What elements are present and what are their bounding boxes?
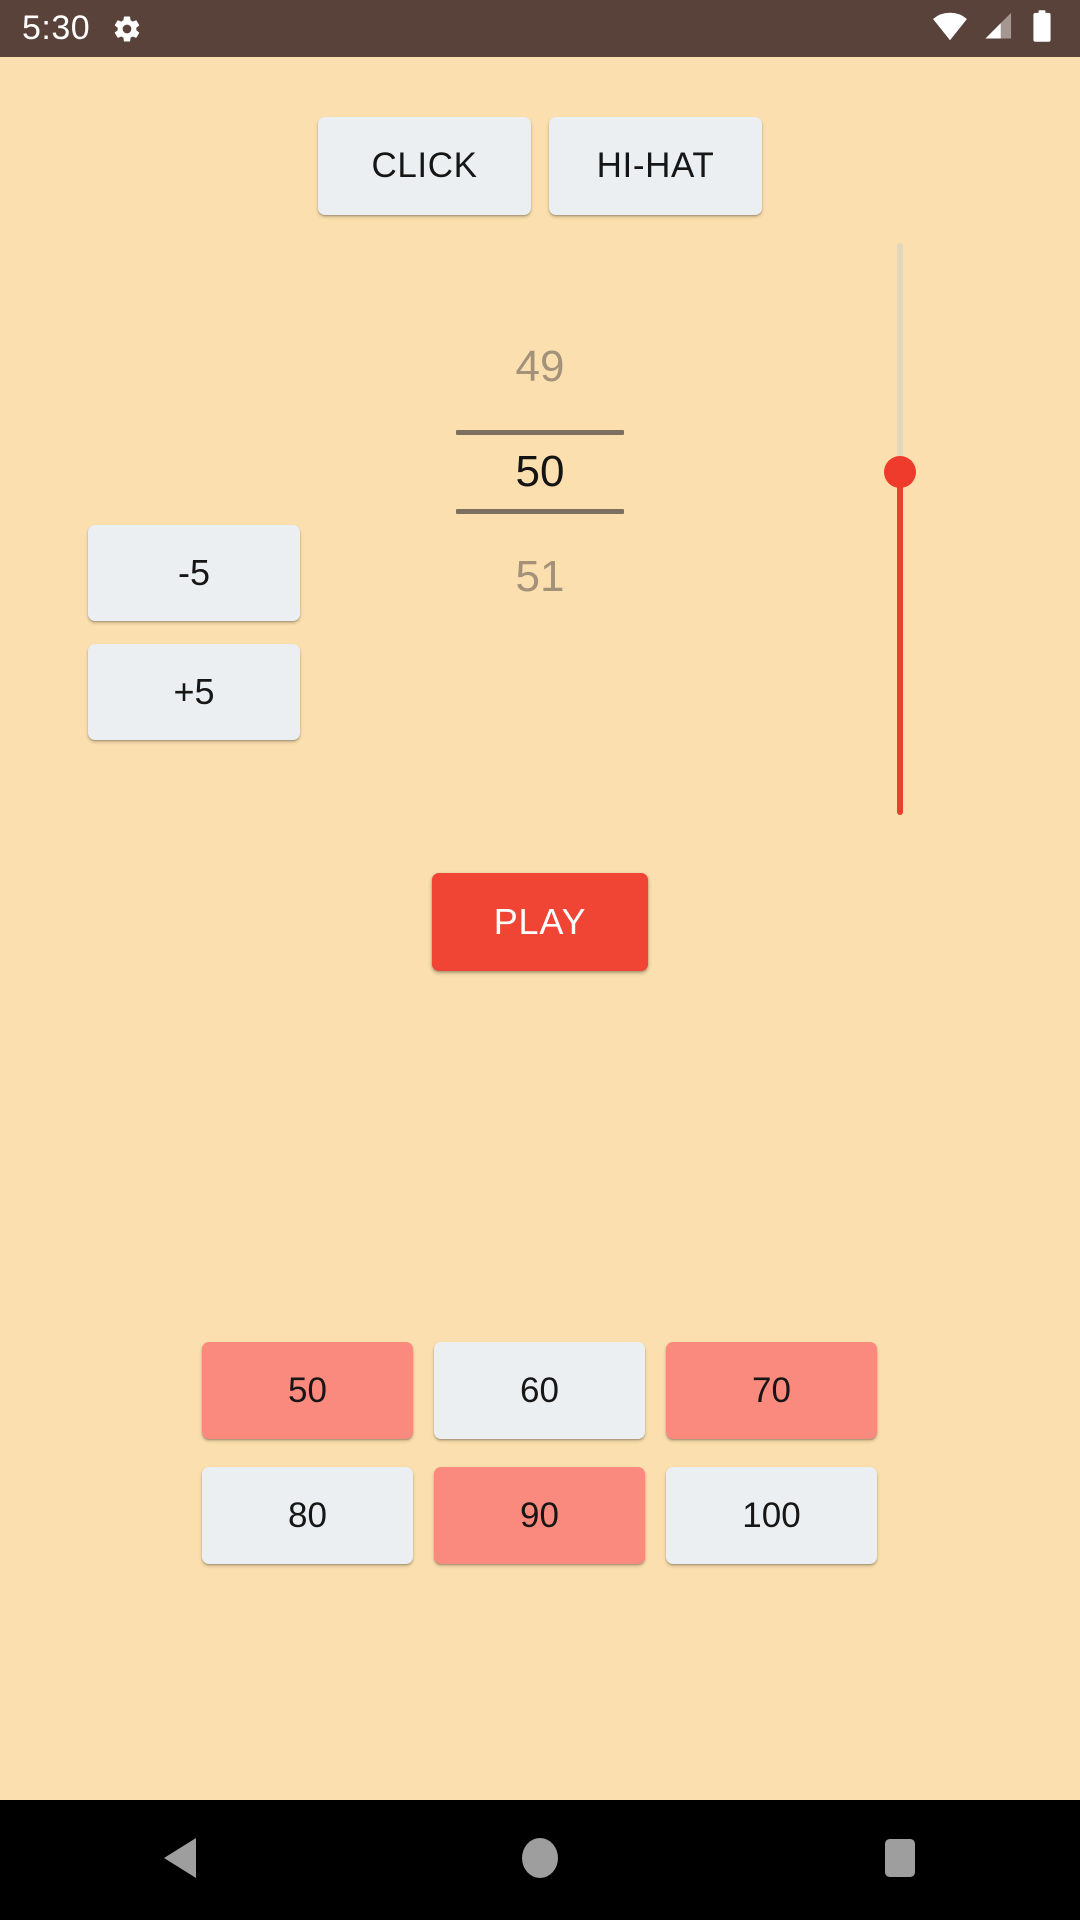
home-circle-icon — [521, 1837, 559, 1884]
preset-tempo-grid: 50 60 70 80 90 100 — [202, 1342, 878, 1564]
recents-square-icon — [883, 1837, 917, 1884]
preset-button-90[interactable]: 90 — [434, 1467, 645, 1564]
android-navigation-bar — [0, 1800, 1080, 1920]
wifi-icon — [932, 11, 968, 46]
status-bar: 5:30 — [0, 0, 1080, 57]
preset-button-100[interactable]: 100 — [666, 1467, 877, 1564]
sound-button-click[interactable]: CLICK — [318, 117, 531, 215]
status-bar-indicators — [932, 10, 1058, 47]
volume-slider[interactable] — [870, 238, 930, 820]
status-bar-clock: 5:30 — [22, 9, 91, 47]
preset-button-70[interactable]: 70 — [666, 1342, 877, 1439]
tempo-picker-divider-bottom — [456, 509, 624, 514]
tempo-picker-next-value[interactable]: 51 — [450, 540, 630, 614]
back-triangle-icon — [160, 1836, 200, 1885]
tempo-picker-previous-value[interactable]: 49 — [450, 330, 630, 404]
tempo-decrement-button[interactable]: -5 — [88, 525, 300, 621]
cellular-signal-icon — [984, 11, 1016, 46]
battery-icon — [1032, 10, 1052, 47]
tempo-picker-selected-value[interactable]: 50 — [450, 435, 630, 509]
tempo-adjust-group: -5 +5 — [88, 525, 300, 740]
volume-slider-thumb[interactable] — [884, 456, 916, 488]
preset-button-50[interactable]: 50 — [202, 1342, 413, 1439]
tempo-increment-button[interactable]: +5 — [88, 644, 300, 740]
nav-home-button[interactable] — [465, 1800, 615, 1920]
sound-button-hihat[interactable]: HI-HAT — [549, 117, 762, 215]
sound-selector-row: CLICK HI-HAT — [0, 117, 1080, 215]
gear-icon — [112, 14, 142, 44]
volume-slider-fill — [897, 470, 903, 815]
app-root: 5:30 CLICK HI-HAT 49 50 51 -5 +5 PLAY 50… — [0, 0, 1080, 1920]
nav-back-button[interactable] — [105, 1800, 255, 1920]
play-button[interactable]: PLAY — [432, 873, 648, 971]
nav-recents-button[interactable] — [825, 1800, 975, 1920]
preset-button-60[interactable]: 60 — [434, 1342, 645, 1439]
tempo-number-picker[interactable]: 49 50 51 — [450, 330, 630, 660]
preset-button-80[interactable]: 80 — [202, 1467, 413, 1564]
